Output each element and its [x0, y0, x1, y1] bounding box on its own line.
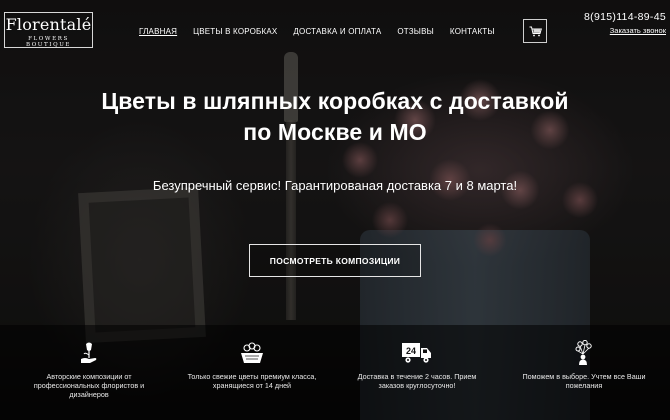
nav-item-contacts[interactable]: КОНТАКТЫ — [450, 26, 495, 38]
phone-number[interactable]: 8(915)114-89-45 — [584, 11, 666, 23]
tulip-hand-icon — [81, 342, 97, 363]
cart-button[interactable] — [523, 19, 547, 43]
feature-text-line: Только свежие цветы премиум класса, — [187, 372, 317, 381]
feature-text-line: Авторские композиции от — [46, 372, 132, 381]
features-row: Авторские композиции от профессиональных… — [0, 340, 670, 410]
nav-item-delivery-payment[interactable]: ДОСТАВКА И ОПЛАТА — [293, 26, 381, 38]
main-nav: ГЛАВНАЯ ЦВЕТЫ В КОРОБКАХ ДОСТАВКА И ОПЛА… — [139, 26, 511, 38]
delivery-truck-24-icon: 24 — [402, 343, 431, 363]
nav-item-flower-boxes[interactable]: ЦВЕТЫ В КОРОБКАХ — [193, 26, 277, 38]
hero-subtitle: Безупречный сервис! Гарантированая доста… — [152, 178, 518, 193]
feature-text-line: Поможем в выборе. Учтем все Ваши — [522, 372, 646, 381]
feature-item: 24 Доставка в течение 2 часов. Прием зак… — [337, 340, 497, 390]
feature-item: Поможем в выборе. Учтем все Ваши пожелан… — [504, 340, 664, 390]
hero-title: Цветы в шляпных коробках с доставкой по … — [0, 86, 670, 148]
feature-text-line: профессиональных флористов и — [33, 381, 145, 390]
feature-text-line: Доставка в течение 2 часов. Прием — [357, 372, 477, 381]
feature-text-line: пожелания — [565, 381, 603, 390]
feature-item: Только свежие цветы премиум класса, хран… — [172, 340, 332, 390]
feature-item: Авторские композиции от профессиональных… — [9, 340, 169, 399]
logo-name: Florentalé — [5, 15, 92, 34]
feature-text-line: хранящиеся от 14 дней — [212, 381, 292, 390]
hero-title-line1: Цветы в шляпных коробках с доставкой — [101, 88, 569, 114]
flower-basket-icon — [241, 342, 263, 363]
site-logo[interactable]: Florentalé FLOWERS BOUTIQUE — [4, 12, 93, 48]
feature-text-line: дизайнеров — [69, 390, 109, 399]
callback-link[interactable]: Заказать звонок — [610, 26, 666, 35]
shopping-cart-icon — [529, 26, 542, 36]
nav-item-home[interactable]: ГЛАВНАЯ — [139, 26, 177, 38]
bouquet-person-icon — [575, 340, 592, 365]
view-compositions-button[interactable]: ПОСМОТРЕТЬ КОМПОЗИЦИИ — [249, 244, 421, 277]
svg-text:24: 24 — [406, 346, 416, 356]
logo-tagline: FLOWERS BOUTIQUE — [25, 36, 72, 48]
nav-item-reviews[interactable]: ОТЗЫВЫ — [397, 26, 434, 38]
hero-title-line2: по Москве и МО — [243, 119, 427, 145]
feature-text-line: заказов круглосуточно! — [378, 381, 456, 390]
